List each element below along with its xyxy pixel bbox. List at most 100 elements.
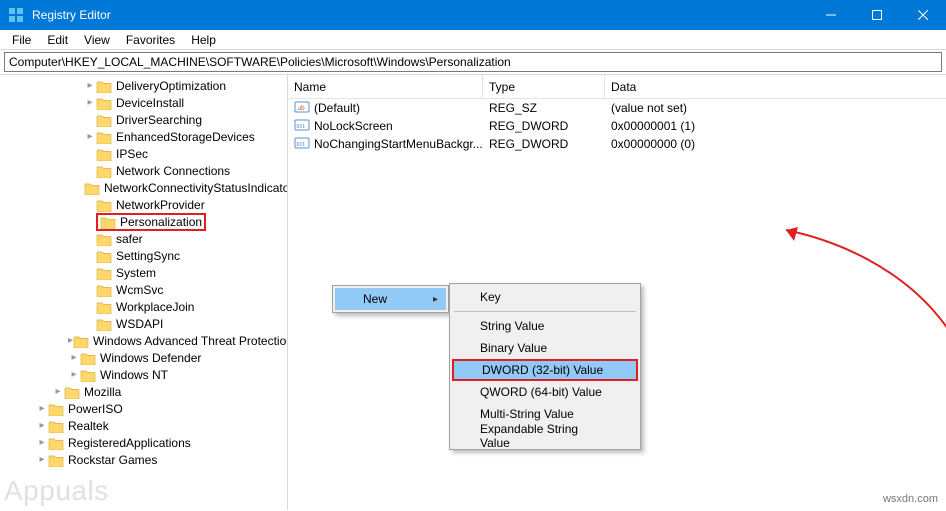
chevron-icon[interactable]	[36, 437, 48, 448]
folder-icon	[96, 79, 112, 93]
folder-icon	[96, 300, 112, 314]
tree-item[interactable]: PowerISO	[0, 400, 287, 417]
menu-item-label: Key	[480, 290, 501, 304]
tree-item-label: WSDAPI	[116, 317, 163, 331]
tree-item-label: System	[116, 266, 156, 280]
list-pane[interactable]: Name Type Data (Default)REG_SZ(value not…	[288, 75, 946, 510]
context-submenu-new: Key String Value Binary ValueDWORD (32-bit…	[449, 283, 641, 450]
tree-item[interactable]: WcmSvc	[0, 281, 287, 298]
tree-item-label: SettingSync	[116, 249, 180, 263]
chevron-icon[interactable]	[36, 454, 48, 465]
tree-item[interactable]: Mozilla	[0, 383, 287, 400]
chevron-icon[interactable]	[84, 80, 96, 91]
folder-icon	[96, 283, 112, 297]
tree-item-label: WcmSvc	[116, 283, 163, 297]
tree-item[interactable]: RegisteredApplications	[0, 434, 287, 451]
tree-item-label: Personalization	[120, 215, 202, 229]
tree-item-label: EnhancedStorageDevices	[116, 130, 255, 144]
tree-item[interactable]: Windows Advanced Threat Protection	[0, 332, 287, 349]
column-data[interactable]: Data	[605, 75, 946, 98]
menu-item-label: String Value	[480, 319, 544, 333]
app-icon	[8, 7, 24, 23]
menu-item-string-value[interactable]: String Value	[452, 315, 638, 337]
window-title: Registry Editor	[32, 8, 111, 22]
value-type: REG_DWORD	[483, 137, 605, 151]
list-row[interactable]: NoChangingStartMenuBackgr...REG_DWORD0x0…	[288, 135, 946, 153]
chevron-icon[interactable]	[36, 403, 48, 414]
folder-icon	[96, 249, 112, 263]
tree-item[interactable]: IPSec	[0, 145, 287, 162]
close-button[interactable]	[900, 0, 946, 30]
tree-item[interactable]: Rockstar Games	[0, 451, 287, 468]
tree-item[interactable]: Realtek	[0, 417, 287, 434]
binary-value-icon	[294, 135, 310, 154]
tree-item[interactable]: WorkplaceJoin	[0, 298, 287, 315]
tree-item[interactable]: safer	[0, 230, 287, 247]
binary-value-icon	[294, 117, 310, 136]
tree-item-label: Network Connections	[116, 164, 230, 178]
menu-item-key[interactable]: Key	[452, 286, 638, 308]
tree-item[interactable]: Network Connections	[0, 162, 287, 179]
chevron-icon[interactable]	[52, 386, 64, 397]
list-row[interactable]: NoLockScreenREG_DWORD0x00000001 (1)	[288, 117, 946, 135]
tree-item-label: RegisteredApplications	[68, 436, 191, 450]
folder-icon	[96, 317, 112, 331]
menu-item-label: Expandable String Value	[480, 422, 608, 450]
folder-icon	[96, 147, 112, 161]
tree-item[interactable]: EnhancedStorageDevices	[0, 128, 287, 145]
chevron-icon[interactable]	[84, 97, 96, 108]
minimize-button[interactable]	[808, 0, 854, 30]
menu-view[interactable]: View	[76, 31, 118, 49]
annotation-arrow	[776, 225, 946, 475]
chevron-icon[interactable]	[36, 420, 48, 431]
folder-icon	[84, 181, 100, 195]
address-input[interactable]	[4, 52, 942, 72]
tree-item[interactable]: WSDAPI	[0, 315, 287, 332]
menu-separator	[454, 311, 636, 312]
tree-item[interactable]: Personalization	[0, 213, 287, 230]
tree-item[interactable]: DeviceInstall	[0, 94, 287, 111]
chevron-icon[interactable]	[84, 131, 96, 142]
list-row[interactable]: (Default)REG_SZ(value not set)	[288, 99, 946, 117]
maximize-button[interactable]	[854, 0, 900, 30]
menu-item-expandable-string-value[interactable]: Expandable String Value	[452, 425, 638, 447]
chevron-icon[interactable]	[68, 369, 80, 380]
tree-item[interactable]: Windows NT	[0, 366, 287, 383]
menu-help[interactable]: Help	[183, 31, 224, 49]
tree-item-label: DeviceInstall	[116, 96, 184, 110]
value-type: REG_SZ	[483, 101, 605, 115]
menu-item-qword-64-bit-value[interactable]: QWORD (64-bit) Value	[452, 381, 638, 403]
menu-item-binary-value[interactable]: Binary Value	[452, 337, 638, 359]
menu-favorites[interactable]: Favorites	[118, 31, 183, 49]
column-name[interactable]: Name	[288, 75, 483, 98]
tree-item-label: WorkplaceJoin	[116, 300, 194, 314]
value-type: REG_DWORD	[483, 119, 605, 133]
watermark-right: wsxdn.com	[883, 493, 938, 505]
menu-item-dword-32-bit-value[interactable]: DWORD (32-bit) Value	[452, 359, 638, 381]
column-type[interactable]: Type	[483, 75, 605, 98]
tree-pane[interactable]: DeliveryOptimization DeviceInstallDriverS…	[0, 75, 288, 510]
menu-item-label: Multi-String Value	[480, 407, 574, 421]
tree-item-label: NetworkConnectivityStatusIndicator	[104, 181, 288, 195]
tree-item[interactable]: NetworkProvider	[0, 196, 287, 213]
tree-item[interactable]: Windows Defender	[0, 349, 287, 366]
value-data: 0x00000001 (1)	[605, 119, 946, 133]
menu-item-new[interactable]: New	[335, 288, 446, 310]
folder-icon	[96, 96, 112, 110]
tree-item[interactable]: System	[0, 264, 287, 281]
chevron-icon[interactable]	[68, 352, 80, 363]
tree-item[interactable]: DriverSearching	[0, 111, 287, 128]
address-bar	[0, 50, 946, 75]
menu-edit[interactable]: Edit	[39, 31, 76, 49]
tree-item[interactable]: SettingSync	[0, 247, 287, 264]
folder-icon	[48, 419, 64, 433]
menu-item-label: New	[363, 292, 387, 306]
tree-item-label: DeliveryOptimization	[116, 79, 226, 93]
tree-item-label: Windows NT	[100, 368, 168, 382]
tree-item[interactable]: DeliveryOptimization	[0, 77, 287, 94]
folder-icon	[73, 334, 89, 348]
tree-item[interactable]: NetworkConnectivityStatusIndicator	[0, 179, 287, 196]
menu-file[interactable]: File	[4, 31, 39, 49]
value-name: NoChangingStartMenuBackgr...	[314, 137, 483, 151]
tree-item-label: PowerISO	[68, 402, 123, 416]
